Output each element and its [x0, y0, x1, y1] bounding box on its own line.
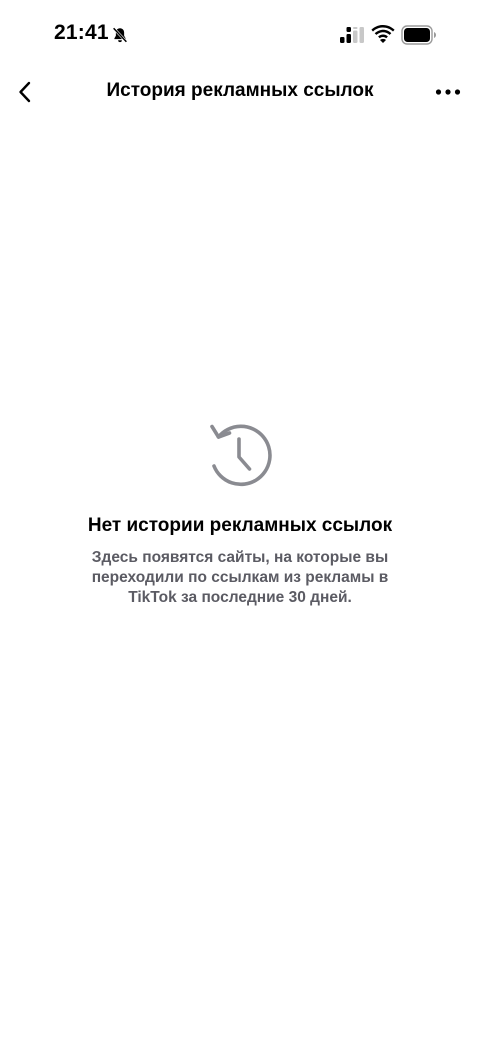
empty-state: Нет истории рекламных ссылок Здесь появя…: [0, 420, 480, 608]
chevron-left-icon: [19, 81, 31, 103]
more-options-button[interactable]: [428, 74, 468, 110]
empty-state-description: Здесь появятся сайты, на которые вы пере…: [91, 549, 389, 606]
signal-icon: [340, 27, 364, 43]
back-button[interactable]: [8, 74, 44, 110]
empty-state-title: Нет истории рекламных ссылок: [87, 515, 393, 536]
nav-bar: История рекламных ссылок: [0, 70, 480, 114]
screen: 21:41 История рекламных ссылок Нет истор…: [0, 0, 480, 1043]
page-title: История рекламных ссылок: [106, 80, 374, 101]
battery-icon: [401, 25, 436, 45]
status-time: 21:41: [54, 21, 109, 44]
status-bar: 21:41: [0, 0, 480, 70]
wifi-icon: [371, 25, 395, 43]
bell-off-icon: [112, 27, 128, 43]
history-icon: [210, 424, 272, 487]
more-horizontal-icon: [435, 89, 461, 95]
